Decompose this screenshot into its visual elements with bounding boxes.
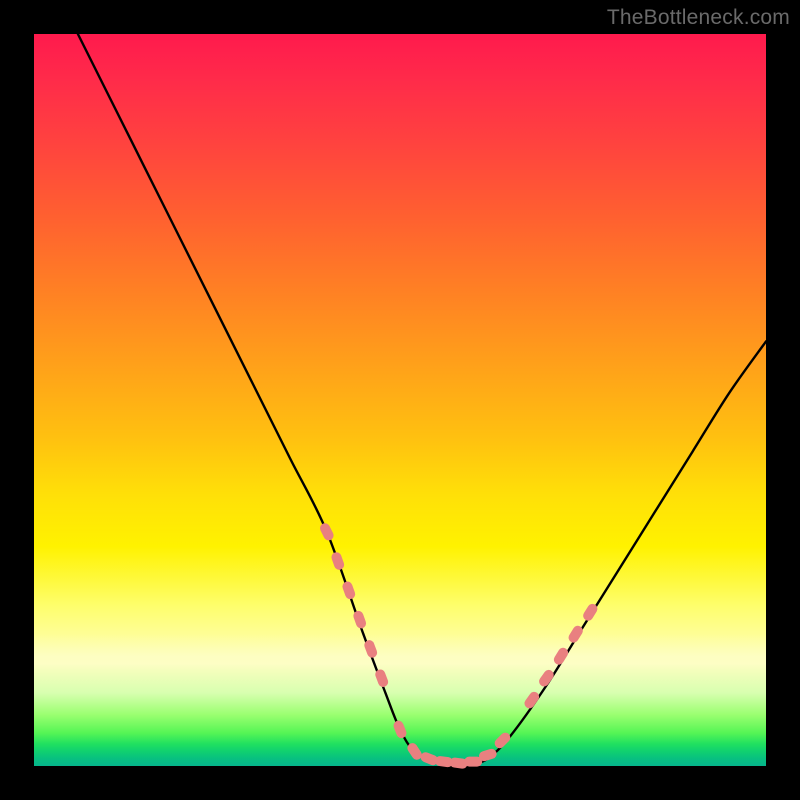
bottleneck-curve-path	[78, 34, 766, 764]
highlight-dot	[493, 731, 513, 751]
highlight-dot	[318, 522, 335, 543]
highlight-dot	[341, 580, 356, 600]
highlight-dot	[392, 719, 408, 739]
highlight-dot	[552, 646, 570, 667]
chart-frame: TheBottleneck.com	[0, 0, 800, 800]
highlight-dot	[523, 690, 542, 710]
highlight-dots	[318, 522, 599, 770]
plot-area	[34, 34, 766, 766]
curve-svg	[34, 34, 766, 766]
watermark-text: TheBottleneck.com	[607, 6, 790, 30]
highlight-dot	[330, 551, 345, 571]
highlight-dot	[352, 609, 367, 629]
highlight-dot	[537, 668, 556, 688]
